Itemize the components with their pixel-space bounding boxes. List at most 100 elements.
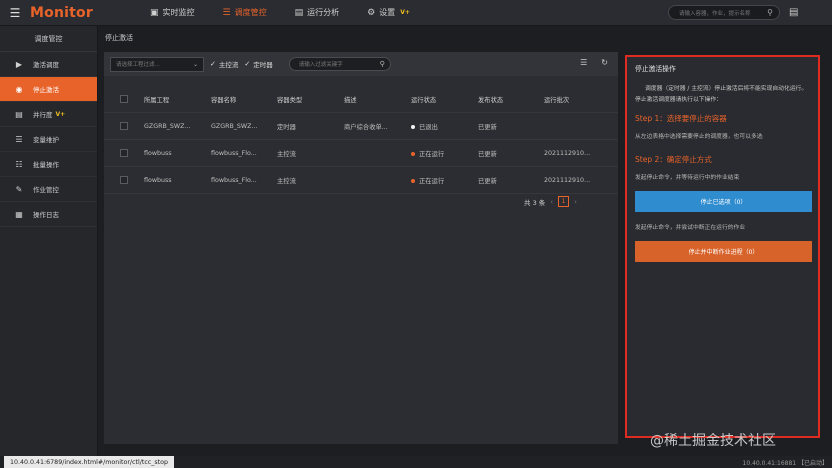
table-header: 所属工程 容器名称 容器类型 描述 运行状态 发布状态 运行批次 (104, 86, 618, 113)
nav-item-realtime-monitor[interactable]: ▣ 实时监控 (136, 0, 209, 26)
sidebar-item-activate[interactable]: ▶ 激活调度 (0, 52, 97, 77)
checkbox-box (120, 176, 128, 184)
sidebar-item-logs[interactable]: ▦ 操作日志 (0, 202, 97, 227)
column-settings-icon[interactable]: ☰ (580, 58, 587, 67)
container-table: 所属工程 容器名称 容器类型 描述 运行状态 发布状态 运行批次 GZGRB_S… (104, 86, 618, 194)
step2-wait-description: 发起停止命令，并等待运行中的作业结束 (635, 175, 740, 181)
status-text: 正在运行 (419, 177, 445, 185)
play-icon: ▶ (15, 59, 23, 69)
variable-icon: ☰ (15, 134, 23, 144)
cell-container: flowbuss_Flo... (211, 149, 257, 157)
search-placeholder: 请输入容器，作业，提示名称 (679, 10, 751, 17)
total-count: 共 3 条 (524, 198, 546, 207)
row-checkbox[interactable] (104, 176, 144, 184)
panel-title: 停止激活操作 (635, 65, 676, 73)
row-checkbox[interactable] (104, 122, 144, 130)
status-url: 10.40.0.41:6789/index.html#/monitor/ctl/… (4, 456, 174, 468)
main-flow-checkbox[interactable]: ✓ 主控流 (210, 59, 238, 69)
step2-interrupt-description: 发起停止命令，并尝试中断正在运行的作业 (635, 225, 746, 231)
panel-description: 调度器（定时器 / 主控流）停止激活后将不能实现自动化运行。停止激活调度器请执行… (635, 86, 808, 103)
cell-container: flowbuss_Flo... (211, 176, 257, 184)
search-icon[interactable]: ⚲ (380, 60, 385, 68)
sidebar-item-variables[interactable]: ☰ 变量维护 (0, 127, 97, 152)
checkbox-box (120, 122, 128, 130)
table-row[interactable]: GZGRB_SWZ... GZGRB_SWZ... 定时器 商户综合收单... … (104, 113, 618, 140)
sidebar-item-job-control[interactable]: ✎ 作业管控 (0, 177, 97, 202)
checkbox-box (120, 95, 128, 103)
nav-label: 调度管控 (234, 8, 267, 17)
next-page-icon[interactable]: › (574, 198, 577, 206)
check-icon: ✓ (210, 60, 216, 68)
v-plus-badge: V+ (55, 110, 66, 118)
status-text: 正在运行 (419, 150, 445, 158)
cell-publish: 已更新 (478, 177, 497, 185)
refresh-icon[interactable]: ↻ (601, 58, 608, 67)
step1-title: Step 1：选择要停止的容器 (635, 114, 727, 123)
sidebar-title: 调度管控 (0, 26, 97, 52)
log-icon: ▦ (15, 209, 23, 219)
sidebar-item-label: 批量操作 (33, 161, 59, 169)
status-dot (411, 151, 415, 156)
top-nav: ▣ 实时监控 ☰ 调度管控 ▤ 运行分析 ⚙ 设置 V+ (136, 0, 424, 26)
step2-title: Step 2：确定停止方式 (635, 155, 712, 164)
prev-page-icon[interactable]: ‹ (550, 198, 553, 206)
analysis-icon: ▤ (294, 7, 304, 18)
column-header: 运行批次 (544, 96, 570, 104)
nav-label: 运行分析 (307, 8, 340, 17)
sidebar-item-stop-activate[interactable]: ◉ 停止激活 (0, 77, 97, 102)
sidebar-item-label: 激活调度 (33, 61, 59, 69)
timer-checkbox[interactable]: ✓ 定时器 (244, 59, 272, 69)
search-icon[interactable]: ⚲ (767, 8, 773, 17)
page-number-current[interactable]: 1 (558, 196, 570, 207)
monitor-icon: ▣ (150, 7, 159, 18)
check-icon: ✓ (244, 60, 251, 68)
keyword-search-input[interactable]: 请输入过滤关键字 ⚲ (288, 57, 391, 71)
nav-item-schedule-control[interactable]: ☰ 调度管控 (209, 0, 281, 26)
parallel-icon: ▤ (15, 109, 23, 119)
column-header: 运行状态 (411, 96, 437, 104)
status-dot (411, 124, 415, 129)
v-plus-badge: V+ (400, 9, 410, 16)
main-flow-label: 主控流 (218, 61, 239, 69)
status-dot (411, 178, 415, 183)
server-status: 10.40.0.41:16881 【已启动】 (742, 459, 828, 467)
table-row[interactable]: flowbuss flowbuss_Flo... 主控流 正在运行 已更新 20… (104, 167, 618, 194)
global-search-input[interactable]: 请输入容器，作业，提示名称 ⚲ (668, 5, 780, 20)
keyword-search-placeholder: 请输入过滤关键字 (298, 62, 343, 68)
nav-item-settings[interactable]: ⚙ 设置 V+ (353, 0, 424, 26)
schedule-icon: ☰ (222, 7, 231, 18)
table-row[interactable]: flowbuss flowbuss_Flo... 主控流 正在运行 已更新 20… (104, 140, 618, 167)
chevron-down-icon: ⌄ (192, 60, 198, 68)
cell-status: 正在运行 (411, 149, 478, 158)
status-text: 已退出 (419, 123, 438, 131)
cell-type: 定时器 (277, 123, 296, 131)
cell-desc: 商户综合收单... (344, 123, 388, 131)
sidebar-item-label: 停止激活 (33, 86, 59, 94)
stop-selected-button[interactable]: 停止已选项（0） (635, 191, 812, 212)
container-list-panel: 请选择工程过滤... ⌄ ✓ 主控流 ✓ 定时器 请输入过滤关键字 ⚲ ☰ ↻ … (104, 52, 618, 444)
sidebar-item-batch[interactable]: ☷ 批量操作 (0, 152, 97, 177)
column-header: 所属工程 (144, 96, 170, 104)
watermark-text: @稀土掘金技术社区 (650, 433, 776, 449)
cell-project: flowbuss (144, 149, 172, 157)
sidebar-item-label: 作业管控 (33, 186, 59, 194)
filter-bar: 请选择工程过滤... ⌄ ✓ 主控流 ✓ 定时器 请输入过滤关键字 ⚲ ☰ ↻ (104, 52, 618, 76)
project-filter-select[interactable]: 请选择工程过滤... ⌄ (110, 56, 204, 72)
app-brand: Monitor (30, 4, 93, 21)
menu-icon[interactable]: ☰ (0, 6, 30, 20)
column-header: 描述 (344, 96, 357, 104)
cell-batch: 2021112910... (544, 176, 591, 184)
toolbar-icons: ☰ ↻ (580, 58, 608, 67)
stop-and-interrupt-button[interactable]: 停止并中断作业进程（0） (635, 241, 812, 262)
stop-icon: ◉ (15, 84, 23, 94)
select-all-checkbox[interactable] (104, 95, 144, 103)
status-bar: 10.40.0.41:6789/index.html#/monitor/ctl/… (0, 456, 832, 468)
message-icon[interactable]: ▤ (789, 7, 798, 18)
nav-item-run-analysis[interactable]: ▤ 运行分析 (281, 0, 354, 26)
gear-icon: ⚙ (367, 7, 376, 18)
sidebar-item-parallelism[interactable]: ▤ 并行度 V+ (0, 102, 97, 127)
batch-icon: ☷ (15, 159, 23, 169)
nav-label: 设置 (379, 8, 396, 17)
sidebar-item-label: 并行度 (33, 111, 53, 119)
row-checkbox[interactable] (104, 149, 144, 157)
